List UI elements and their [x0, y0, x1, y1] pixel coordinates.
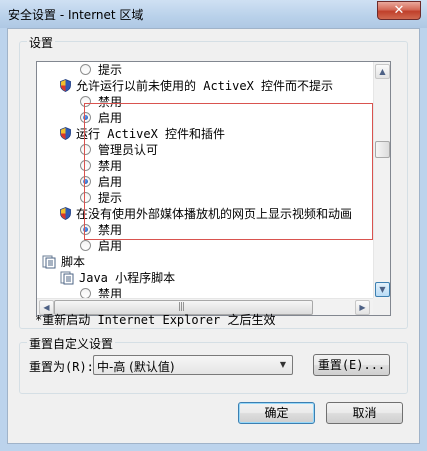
dialog-body: 设置 提示 允许运行以前未使用的 ActiveX 控件而不提示 禁用 启用 运行 Act… — [7, 28, 420, 444]
radio-unselected[interactable] — [80, 240, 91, 251]
setting-label: 禁用 — [98, 223, 123, 237]
setting-option-row[interactable]: 禁用 — [80, 222, 122, 238]
setting-option-row[interactable]: 启用 — [80, 238, 122, 254]
ok-button[interactable]: 确定 — [238, 402, 315, 424]
radio-unselected[interactable] — [80, 96, 91, 107]
setting-label: 运行 ActiveX 控件和插件 — [76, 127, 226, 141]
setting-category-row[interactable]: 脚本 — [42, 254, 85, 270]
radio-unselected[interactable] — [80, 192, 91, 203]
setting-label: 启用 — [98, 239, 123, 253]
radio-unselected[interactable] — [80, 144, 91, 155]
setting-option-row[interactable]: 提示 — [80, 62, 122, 78]
scroll-corner — [373, 298, 390, 315]
scroll-down-button[interactable]: ▼ — [375, 282, 390, 297]
security-settings-dialog: 安全设置 - Internet 区域 ✕ 设置 提示允许运行以前未使用的 Act… — [0, 0, 427, 451]
setting-label: 禁用 — [98, 159, 123, 173]
reset-level-value: 中-高 (默认值) — [97, 360, 175, 374]
chevron-down-icon: ▼ — [279, 360, 287, 369]
script-icon — [60, 271, 74, 285]
script-icon — [42, 255, 56, 269]
shield-icon — [60, 79, 71, 92]
setting-label: 提示 — [98, 63, 123, 77]
settings-group-label: 设置 — [27, 34, 56, 51]
reset-group-label: 重置自定义设置 — [27, 335, 116, 352]
radio-unselected[interactable] — [80, 160, 91, 171]
setting-label: 脚本 — [61, 255, 86, 269]
setting-label: 启用 — [98, 111, 123, 125]
setting-category-row[interactable]: 在没有使用外部媒体播放机的网页上显示视频和动画 — [60, 206, 352, 222]
close-button[interactable]: ✕ — [377, 1, 421, 20]
setting-label: 在没有使用外部媒体播放机的网页上显示视频和动画 — [76, 207, 353, 221]
cancel-button[interactable]: 取消 — [326, 402, 403, 424]
title-bar[interactable]: 安全设置 - Internet 区域 ✕ — [0, 0, 427, 28]
setting-option-row[interactable]: 管理员认可 — [80, 142, 158, 158]
setting-label: 提示 — [98, 191, 123, 205]
setting-label: 禁用 — [98, 95, 123, 109]
radio-selected[interactable] — [80, 224, 91, 235]
setting-category-row[interactable]: Java 小程序脚本 — [60, 270, 175, 286]
radio-unselected[interactable] — [80, 64, 91, 75]
setting-option-row[interactable]: 禁用 — [80, 158, 122, 174]
radio-selected[interactable] — [80, 176, 91, 187]
radio-selected[interactable] — [80, 112, 91, 123]
shield-icon — [60, 127, 71, 140]
setting-label: 启用 — [98, 175, 123, 189]
setting-option-row[interactable]: 启用 — [80, 110, 122, 126]
setting-category-row[interactable]: 允许运行以前未使用的 ActiveX 控件而不提示 — [60, 78, 333, 94]
setting-option-row[interactable]: 禁用 — [80, 94, 122, 110]
scroll-up-button[interactable]: ▲ — [375, 64, 390, 79]
reset-button[interactable]: 重置(E)... — [313, 354, 390, 376]
setting-option-row[interactable]: 提示 — [80, 190, 122, 206]
restart-note: *重新启动 Internet Explorer 之后生效 — [35, 313, 276, 327]
shield-icon — [60, 207, 71, 220]
setting-label: 管理员认可 — [98, 143, 159, 157]
scroll-right-button[interactable]: ▶ — [355, 300, 370, 315]
setting-label: Java 小程序脚本 — [79, 271, 176, 285]
vertical-scrollbar[interactable]: ▲ ▼ — [373, 62, 390, 299]
setting-option-row[interactable]: 启用 — [80, 174, 122, 190]
reset-level-select[interactable]: 中-高 (默认值) ▼ — [93, 355, 293, 375]
reset-to-label: 重置为(R): — [29, 360, 94, 374]
window-title: 安全设置 - Internet 区域 — [8, 8, 144, 22]
setting-category-row[interactable]: 运行 ActiveX 控件和插件 — [60, 126, 225, 142]
setting-label: 允许运行以前未使用的 ActiveX 控件而不提示 — [76, 79, 334, 93]
vertical-scroll-thumb[interactable] — [375, 141, 390, 158]
settings-tree[interactable]: 提示 允许运行以前未使用的 ActiveX 控件而不提示 禁用 启用 运行 Active… — [36, 61, 391, 316]
